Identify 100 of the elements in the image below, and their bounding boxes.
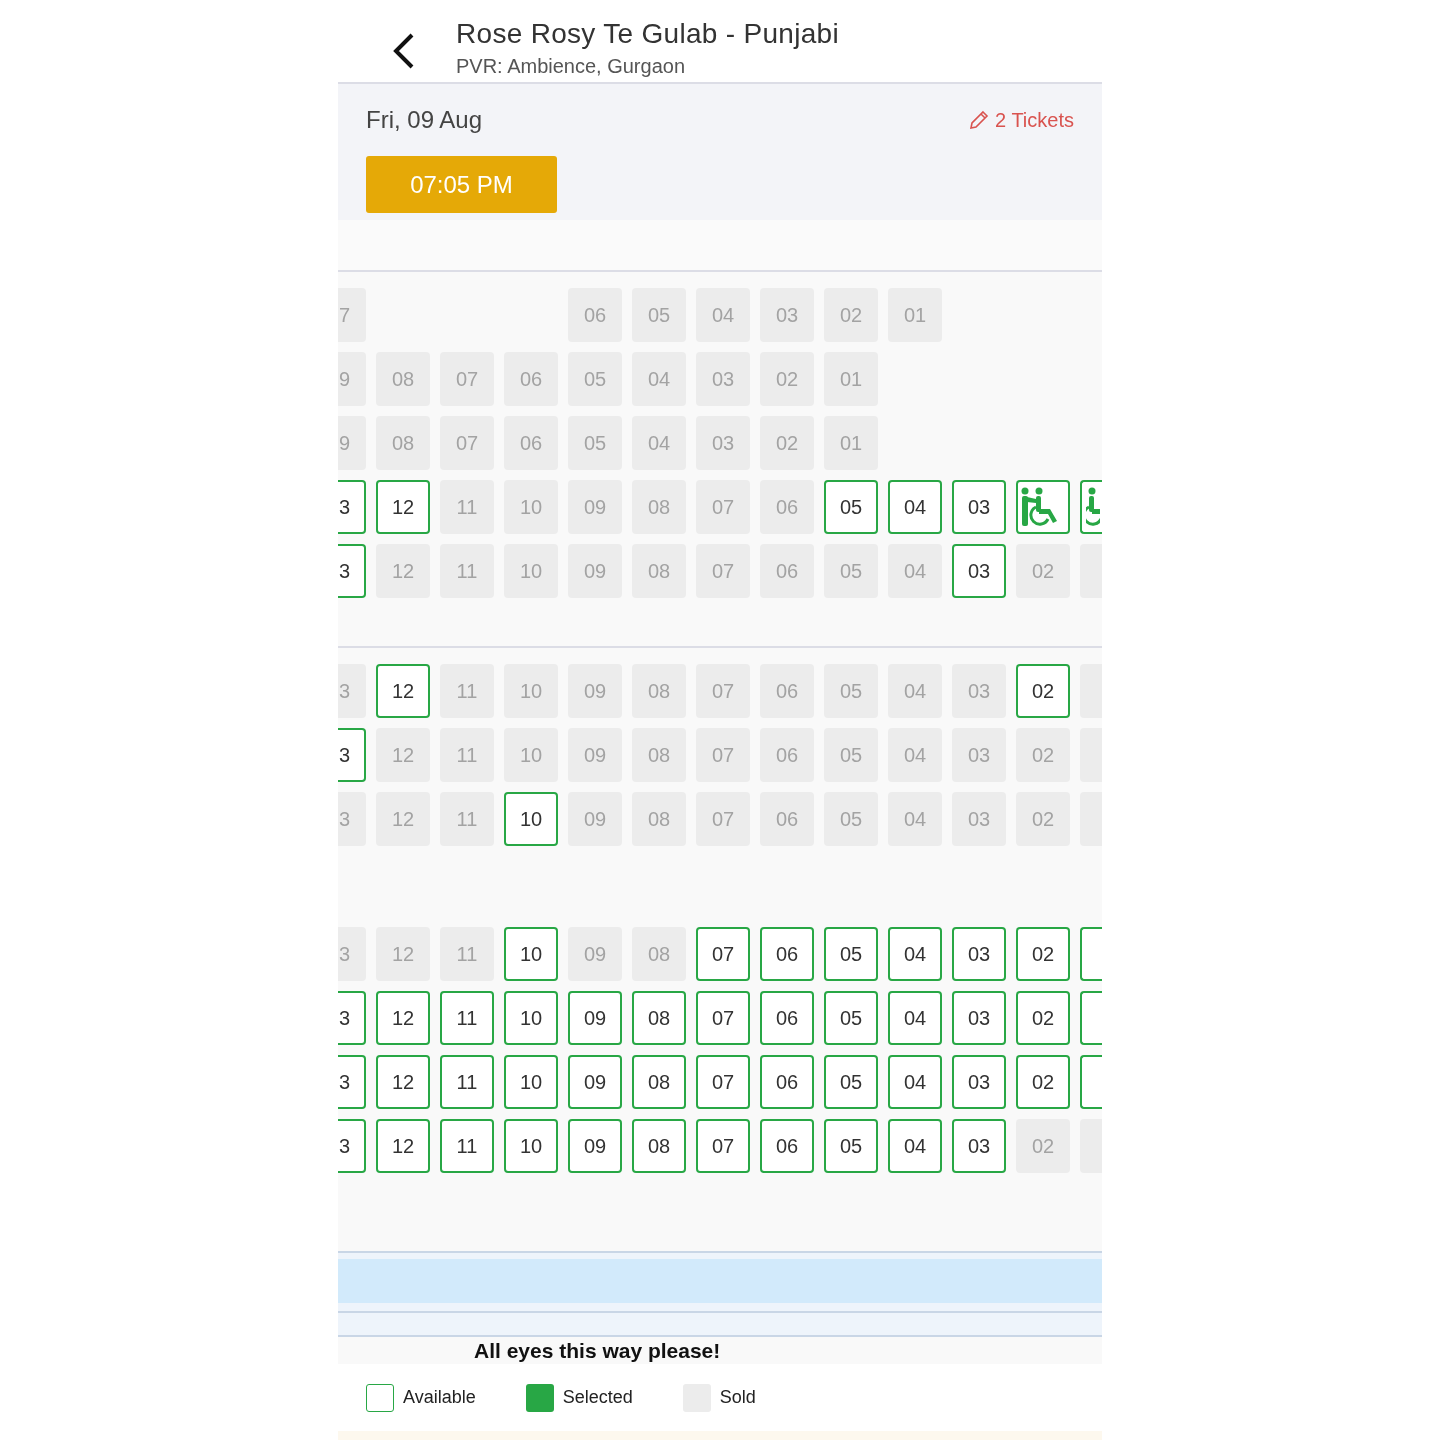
seat[interactable]: 09 [568,728,622,783]
seat[interactable]: 07 [696,544,750,599]
seat[interactable]: 07 [696,480,750,535]
seat[interactable]: 02 [1016,991,1070,1046]
seat[interactable]: 08 [632,792,686,847]
seat[interactable]: 12 [376,991,430,1046]
seat[interactable]: 09 [568,1119,622,1174]
seat[interactable]: 08 [632,664,686,719]
seat[interactable]: 05 [824,1119,878,1174]
seat[interactable]: 04 [632,416,686,471]
seat[interactable]: 04 [696,288,750,343]
seat[interactable]: 11 [440,792,494,847]
seat[interactable]: 09 [568,927,622,982]
seat[interactable]: 3 [338,927,366,982]
seat[interactable]: 06 [504,416,558,471]
seat[interactable]: 04 [888,1119,942,1174]
seat[interactable] [1080,1055,1102,1110]
seat[interactable]: 10 [504,664,558,719]
wheelchair-seat[interactable] [1080,480,1102,535]
seat[interactable]: 07 [440,416,494,471]
seat[interactable]: 03 [952,1055,1006,1110]
seat[interactable]: 12 [376,1055,430,1110]
seat[interactable]: 02 [1016,664,1070,719]
seat[interactable]: 08 [632,927,686,982]
seat[interactable]: 02 [760,416,814,471]
seat[interactable]: 11 [440,664,494,719]
seat[interactable]: 05 [824,792,878,847]
seat[interactable]: 04 [888,991,942,1046]
seat[interactable]: 3 [338,991,366,1046]
seat[interactable]: 06 [760,927,814,982]
tickets-button[interactable]: 2 Tickets [969,105,1074,136]
seat[interactable]: 05 [568,416,622,471]
seat[interactable]: 01 [888,288,942,343]
seat[interactable]: 05 [824,927,878,982]
seat[interactable]: 04 [632,352,686,407]
seat[interactable]: 11 [440,728,494,783]
seat[interactable]: 04 [888,728,942,783]
seat[interactable]: 07 [696,728,750,783]
seat[interactable]: 11 [440,544,494,599]
seat[interactable]: 06 [760,792,814,847]
seat[interactable]: 09 [568,480,622,535]
seat[interactable]: 08 [632,480,686,535]
seat[interactable]: 02 [1016,544,1070,599]
seat[interactable]: 03 [952,927,1006,982]
seat[interactable]: 3 [338,728,366,783]
seat[interactable]: 03 [952,728,1006,783]
seat[interactable] [1080,991,1102,1046]
seat[interactable]: 05 [824,991,878,1046]
seat[interactable]: 07 [696,792,750,847]
seat[interactable]: 04 [888,664,942,719]
seat[interactable]: 05 [824,480,878,535]
wheelchair-seat[interactable] [1016,480,1070,535]
seat[interactable]: 3 [338,664,366,719]
seat[interactable]: 02 [824,288,878,343]
showtime-button[interactable]: 07:05 PM [366,156,557,214]
seat[interactable]: 09 [568,792,622,847]
seat[interactable]: 3 [338,792,366,847]
seat[interactable]: 06 [760,664,814,719]
seat[interactable] [1080,927,1102,982]
seat[interactable]: 03 [696,352,750,407]
seat[interactable]: 10 [504,480,558,535]
seat[interactable]: 06 [760,728,814,783]
seat[interactable]: 01 [824,416,878,471]
seat[interactable]: 07 [696,664,750,719]
seat[interactable]: 03 [952,480,1006,535]
seat[interactable]: 03 [952,991,1006,1046]
seat[interactable]: 10 [504,1055,558,1110]
seat[interactable]: 04 [888,792,942,847]
seat[interactable]: 05 [824,544,878,599]
seat[interactable]: 07 [696,991,750,1046]
seat[interactable]: 3 [338,1055,366,1110]
seat[interactable]: 05 [824,664,878,719]
seat[interactable]: 03 [952,664,1006,719]
seat[interactable]: 03 [760,288,814,343]
seat[interactable]: 03 [952,544,1006,599]
seat[interactable]: 03 [952,1119,1006,1174]
seat[interactable]: 05 [824,1055,878,1110]
seat[interactable]: 12 [376,792,430,847]
seat[interactable]: 06 [504,352,558,407]
seat[interactable]: 05 [632,288,686,343]
seat[interactable]: 02 [1016,1119,1070,1174]
seat[interactable]: 08 [632,728,686,783]
seat[interactable]: 06 [760,1055,814,1110]
seat[interactable]: 10 [504,544,558,599]
seat[interactable]: 9 [338,416,366,471]
seat[interactable]: 03 [952,792,1006,847]
seat[interactable]: 10 [504,927,558,982]
seat[interactable]: 09 [568,544,622,599]
seat[interactable]: 07 [696,927,750,982]
seat[interactable]: 08 [632,1119,686,1174]
seat[interactable]: 11 [440,480,494,535]
seat[interactable]: 08 [376,416,430,471]
seat[interactable]: 06 [760,1119,814,1174]
seat[interactable]: 3 [338,1119,366,1174]
seat[interactable]: 10 [504,728,558,783]
seat[interactable]: 06 [760,480,814,535]
seat[interactable]: 12 [376,1119,430,1174]
seat[interactable]: 12 [376,480,430,535]
seat[interactable]: 12 [376,728,430,783]
seat[interactable]: 12 [376,544,430,599]
